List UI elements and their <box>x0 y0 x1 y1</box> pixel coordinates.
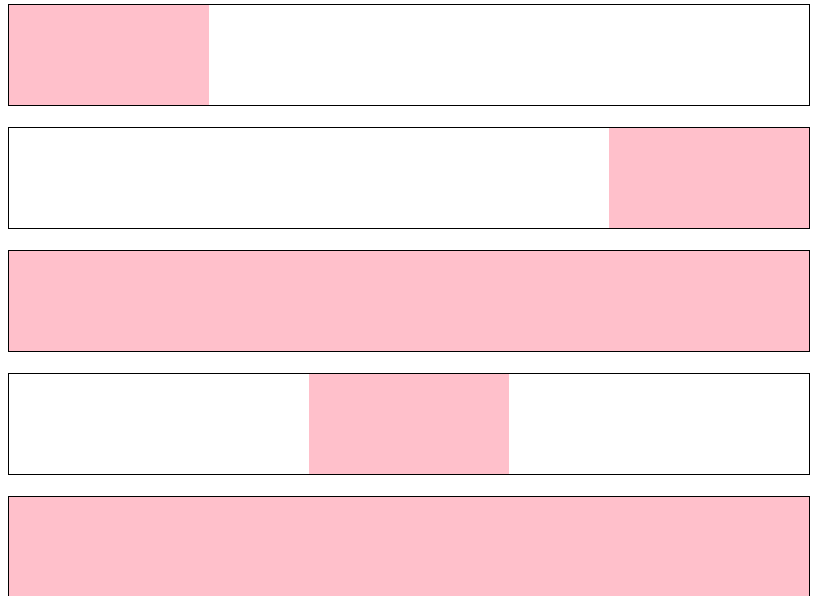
box-3 <box>8 250 810 352</box>
box-1 <box>8 4 810 106</box>
box-4 <box>8 373 810 475</box>
box-3-fill <box>9 251 809 351</box>
box-5 <box>8 496 810 596</box>
canvas <box>0 0 818 596</box>
box-5-fill <box>9 497 809 596</box>
box-2 <box>8 127 810 229</box>
box-1-fill <box>9 5 209 105</box>
box-4-fill <box>309 374 509 474</box>
box-2-fill <box>609 128 809 228</box>
